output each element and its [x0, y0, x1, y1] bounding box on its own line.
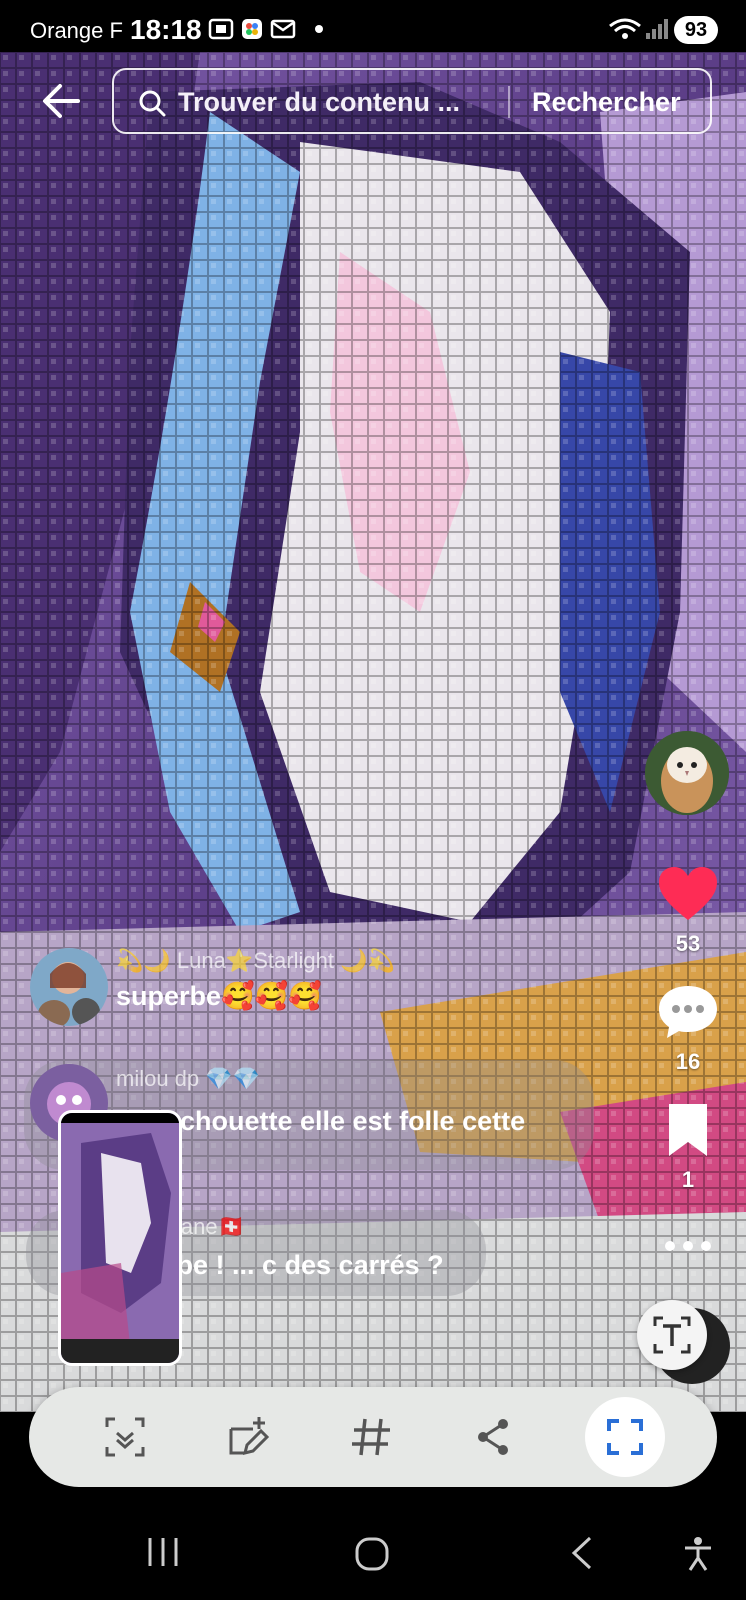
search-icon [139, 90, 166, 117]
signal-icon [646, 19, 668, 39]
comment-button[interactable]: 16 [652, 984, 724, 1075]
screenshot-toolbar [29, 1387, 717, 1487]
navigation-bar [0, 1490, 746, 1600]
hashtag-icon[interactable] [347, 1413, 395, 1461]
search-input[interactable]: Trouver du contenu ... [178, 87, 460, 118]
comment-item: 💫🌙 Luna⭐Starlight 🌙💫 superbe🥰🥰🥰 [30, 948, 420, 1028]
search-bar[interactable]: Trouver du contenu ... Rechercher [112, 68, 712, 134]
wifi-icon [609, 18, 641, 39]
mail-icon [270, 19, 296, 39]
text-extract-icon [653, 1316, 691, 1354]
like-button[interactable]: 53 [652, 866, 724, 957]
screenshot-icon [208, 18, 234, 40]
clock: 18:18 [130, 14, 202, 45]
more-options-icon[interactable] [660, 1234, 716, 1258]
commenter-avatar[interactable] [30, 948, 108, 1026]
share-icon[interactable] [469, 1413, 517, 1461]
dot-icon [315, 25, 323, 33]
author-avatar[interactable] [645, 731, 729, 815]
save-count: 1 [681, 1167, 695, 1192]
bookmark-icon [669, 1104, 707, 1156]
screenshot-preview-image [61, 1113, 179, 1363]
back-button[interactable] [38, 78, 84, 124]
owl-avatar-image [645, 731, 729, 815]
search-divider [508, 86, 510, 118]
comment-icon [659, 986, 717, 1038]
heart-icon [659, 867, 717, 920]
status-bar: Orange F 18:18 93 [0, 0, 746, 52]
search-button[interactable]: Rechercher [532, 87, 681, 118]
crop-icon [607, 1419, 643, 1455]
accessibility-icon[interactable] [682, 1536, 714, 1572]
save-button[interactable]: 1 [652, 1102, 724, 1193]
text-recognition-button[interactable] [637, 1300, 707, 1370]
comment-text: rbe ! ... c des carrés ? [166, 1250, 444, 1280]
commenter-name: iane🇨🇭 [176, 1214, 245, 1239]
commenter-name: milou dp 💎💎 [116, 1066, 261, 1091]
commenter-name: 💫🌙 Luna⭐Starlight 🌙💫 [116, 948, 395, 973]
comment-count: 16 [675, 1049, 701, 1074]
crop-button[interactable] [585, 1397, 665, 1477]
comment-text: superbe🥰🥰🥰 [116, 981, 322, 1011]
like-count: 53 [675, 931, 701, 956]
back-nav-button[interactable] [568, 1536, 594, 1570]
battery-indicator: 93 [674, 16, 718, 44]
app-icon [242, 19, 262, 39]
carrier-label: Orange F [30, 18, 123, 43]
comment-text: chouette elle est folle cette [180, 1106, 526, 1136]
home-button[interactable] [354, 1536, 390, 1572]
draw-icon[interactable] [223, 1413, 271, 1461]
smart-select-icon[interactable] [101, 1413, 149, 1461]
recent-apps-button[interactable] [146, 1536, 180, 1568]
screenshot-preview[interactable] [58, 1110, 182, 1366]
commenter-avatar-image [30, 948, 108, 1026]
